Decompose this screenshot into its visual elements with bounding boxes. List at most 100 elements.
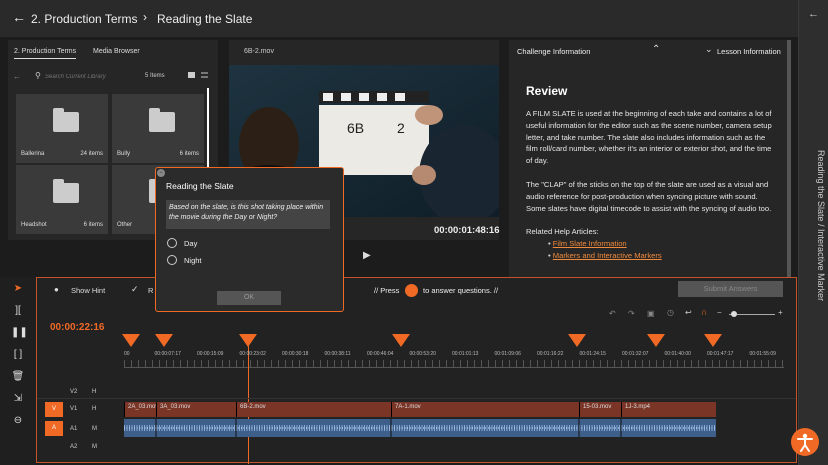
redo-icon[interactable]: ↷: [628, 309, 635, 318]
zoom-out-icon[interactable]: −: [717, 308, 722, 317]
instruction-prefix: // Press: [374, 286, 400, 295]
review-heading: Review: [526, 84, 568, 98]
video-clip[interactable]: 1J-3.mp4: [621, 402, 716, 417]
interactive-marker[interactable]: [647, 334, 665, 347]
select-tool-icon[interactable]: ➤: [11, 284, 25, 294]
grid-view-icon[interactable]: [188, 72, 195, 78]
accessibility-button[interactable]: [791, 428, 819, 456]
marker-inline-icon: [405, 284, 418, 297]
help-link[interactable]: Film Slate Information: [553, 239, 627, 248]
radio-day[interactable]: [167, 238, 177, 248]
trash-icon[interactable]: 🗑: [11, 372, 25, 382]
show-hint-button[interactable]: Show Hint: [71, 286, 105, 295]
folder-tile[interactable]: Bully 6 items: [112, 94, 204, 163]
track-mute-m[interactable]: M: [92, 444, 97, 450]
video-clip[interactable]: 3A_03.mov: [156, 402, 236, 417]
interactive-marker[interactable]: [392, 334, 410, 347]
trim-tool-icon[interactable]: [ ]: [11, 350, 25, 360]
video-timecode: 00:00:01:48:16: [434, 225, 500, 236]
ok-button[interactable]: OK: [217, 291, 281, 305]
track-lock-h[interactable]: H: [92, 389, 96, 395]
ruler-tick-label: 00:00:53:20: [409, 351, 436, 357]
undo-icon[interactable]: ↶: [609, 309, 616, 318]
breadcrumb-current: Reading the Slate: [157, 12, 253, 26]
rail-title: Reading the Slate / Interactive Marker: [816, 150, 826, 302]
folder-name: Ballerina: [21, 151, 45, 157]
insert-icon[interactable]: ⇲: [11, 394, 25, 404]
question-text: Based on the slate, is this shot taking …: [166, 200, 330, 229]
review-paragraph: A FILM SLATE is used at the beginning of…: [526, 109, 772, 166]
back-arrow-icon[interactable]: ←: [12, 9, 26, 25]
play-icon[interactable]: ▶: [363, 250, 371, 261]
interactive-marker[interactable]: [155, 334, 173, 347]
zoom-in-icon[interactable]: +: [778, 308, 783, 317]
ruler-tick-label: 00:01:47:17: [707, 351, 734, 357]
folder-count: 24 items: [80, 151, 103, 157]
interactive-marker[interactable]: [568, 334, 586, 347]
fit-icon[interactable]: ▣: [647, 309, 655, 318]
track-lock-h[interactable]: H: [92, 406, 96, 412]
track-label-a2: A2: [70, 444, 78, 450]
tab-lesson-info[interactable]: Lesson Information: [717, 47, 781, 56]
search-input[interactable]: [45, 71, 140, 82]
timeline-ruler[interactable]: [124, 360, 784, 368]
chevron-up-icon[interactable]: ⌃: [652, 44, 660, 55]
folder-name: Other: [117, 222, 133, 228]
track-v-button[interactable]: V: [45, 402, 63, 417]
accessibility-icon: [797, 433, 813, 452]
remove-icon[interactable]: ⊖: [11, 416, 25, 426]
history-icon[interactable]: ◷: [667, 308, 674, 317]
folder-count: 6 items: [179, 151, 199, 157]
audio-waveform[interactable]: [124, 419, 716, 437]
back-arrow-icon[interactable]: ←: [808, 8, 819, 20]
interactive-marker[interactable]: [704, 334, 722, 347]
check-icon: ✓: [131, 284, 139, 294]
snap-icon[interactable]: ∩: [701, 307, 707, 317]
back-arrow-icon[interactable]: ←: [13, 72, 21, 81]
track-label-v1: V1: [70, 406, 78, 412]
interactive-marker[interactable]: [122, 334, 140, 347]
tab-challenge-info[interactable]: Challenge Information: [517, 47, 590, 56]
list-view-icon[interactable]: [201, 72, 208, 78]
ruler-tick-label: 00:00:15:09: [197, 351, 224, 357]
chevron-right-icon: ›: [143, 10, 147, 24]
ruler-tick-label: 00:01:32:07: [622, 351, 649, 357]
lightbulb-icon: ●: [54, 285, 59, 294]
submit-answers-button[interactable]: Submit Answers: [678, 281, 783, 297]
link-item: • Markers and Interactive Markers: [548, 250, 662, 260]
ruler-tick-label: 00: [124, 351, 130, 357]
svg-text:2: 2: [397, 120, 405, 136]
breadcrumb-parent[interactable]: 2. Production Terms: [31, 12, 138, 26]
return-icon[interactable]: ↩: [685, 308, 692, 317]
video-clip[interactable]: 2A_03.mov: [124, 402, 156, 417]
razor-tool-icon[interactable]: ❚❚: [11, 328, 28, 338]
tab-media-browser[interactable]: Media Browser: [93, 48, 140, 55]
radio-night[interactable]: [167, 255, 177, 265]
ruler-tick-label: 00:01:40:00: [664, 351, 691, 357]
option-day-label[interactable]: Day: [184, 239, 197, 248]
folder-tile[interactable]: Headshot 6 items: [16, 165, 108, 234]
video-clip[interactable]: 15-03.mov: [579, 402, 621, 417]
zoom-slider-handle[interactable]: [731, 311, 737, 317]
folder-tile[interactable]: Ballerina 24 items: [16, 94, 108, 163]
instruction-suffix: to answer questions. //: [423, 286, 499, 295]
review-paragraph: The "CLAP" of the sticks on the top of t…: [526, 179, 772, 213]
tab-production-terms[interactable]: 2. Production Terms: [14, 48, 77, 59]
ripple-tool-icon[interactable]: ][: [11, 306, 25, 316]
track-mute-m[interactable]: M: [92, 426, 97, 432]
option-night-label[interactable]: Night: [184, 256, 202, 265]
folder-name: Headshot: [21, 222, 47, 228]
question-modal: − Reading the Slate Based on the slate, …: [155, 167, 344, 312]
chevron-down-icon[interactable]: ⌄: [705, 44, 713, 55]
video-clip[interactable]: 6B-2.mov: [236, 402, 391, 417]
reset-button[interactable]: R: [148, 286, 153, 295]
video-clip[interactable]: 7A-1.mov: [391, 402, 579, 417]
challenge-scrollbar[interactable]: [787, 40, 791, 277]
top-bar: ← 2. Production Terms › Reading the Slat…: [0, 0, 798, 37]
ruler-tick-label: 00:00:07:17: [154, 351, 181, 357]
ruler-tick-label: 00:01:24:15: [579, 351, 606, 357]
ruler-tick-label: 00:00:46:04: [367, 351, 394, 357]
help-link[interactable]: Markers and Interactive Markers: [553, 251, 662, 260]
close-icon[interactable]: −: [157, 169, 165, 177]
track-a-button[interactable]: A: [45, 421, 63, 436]
